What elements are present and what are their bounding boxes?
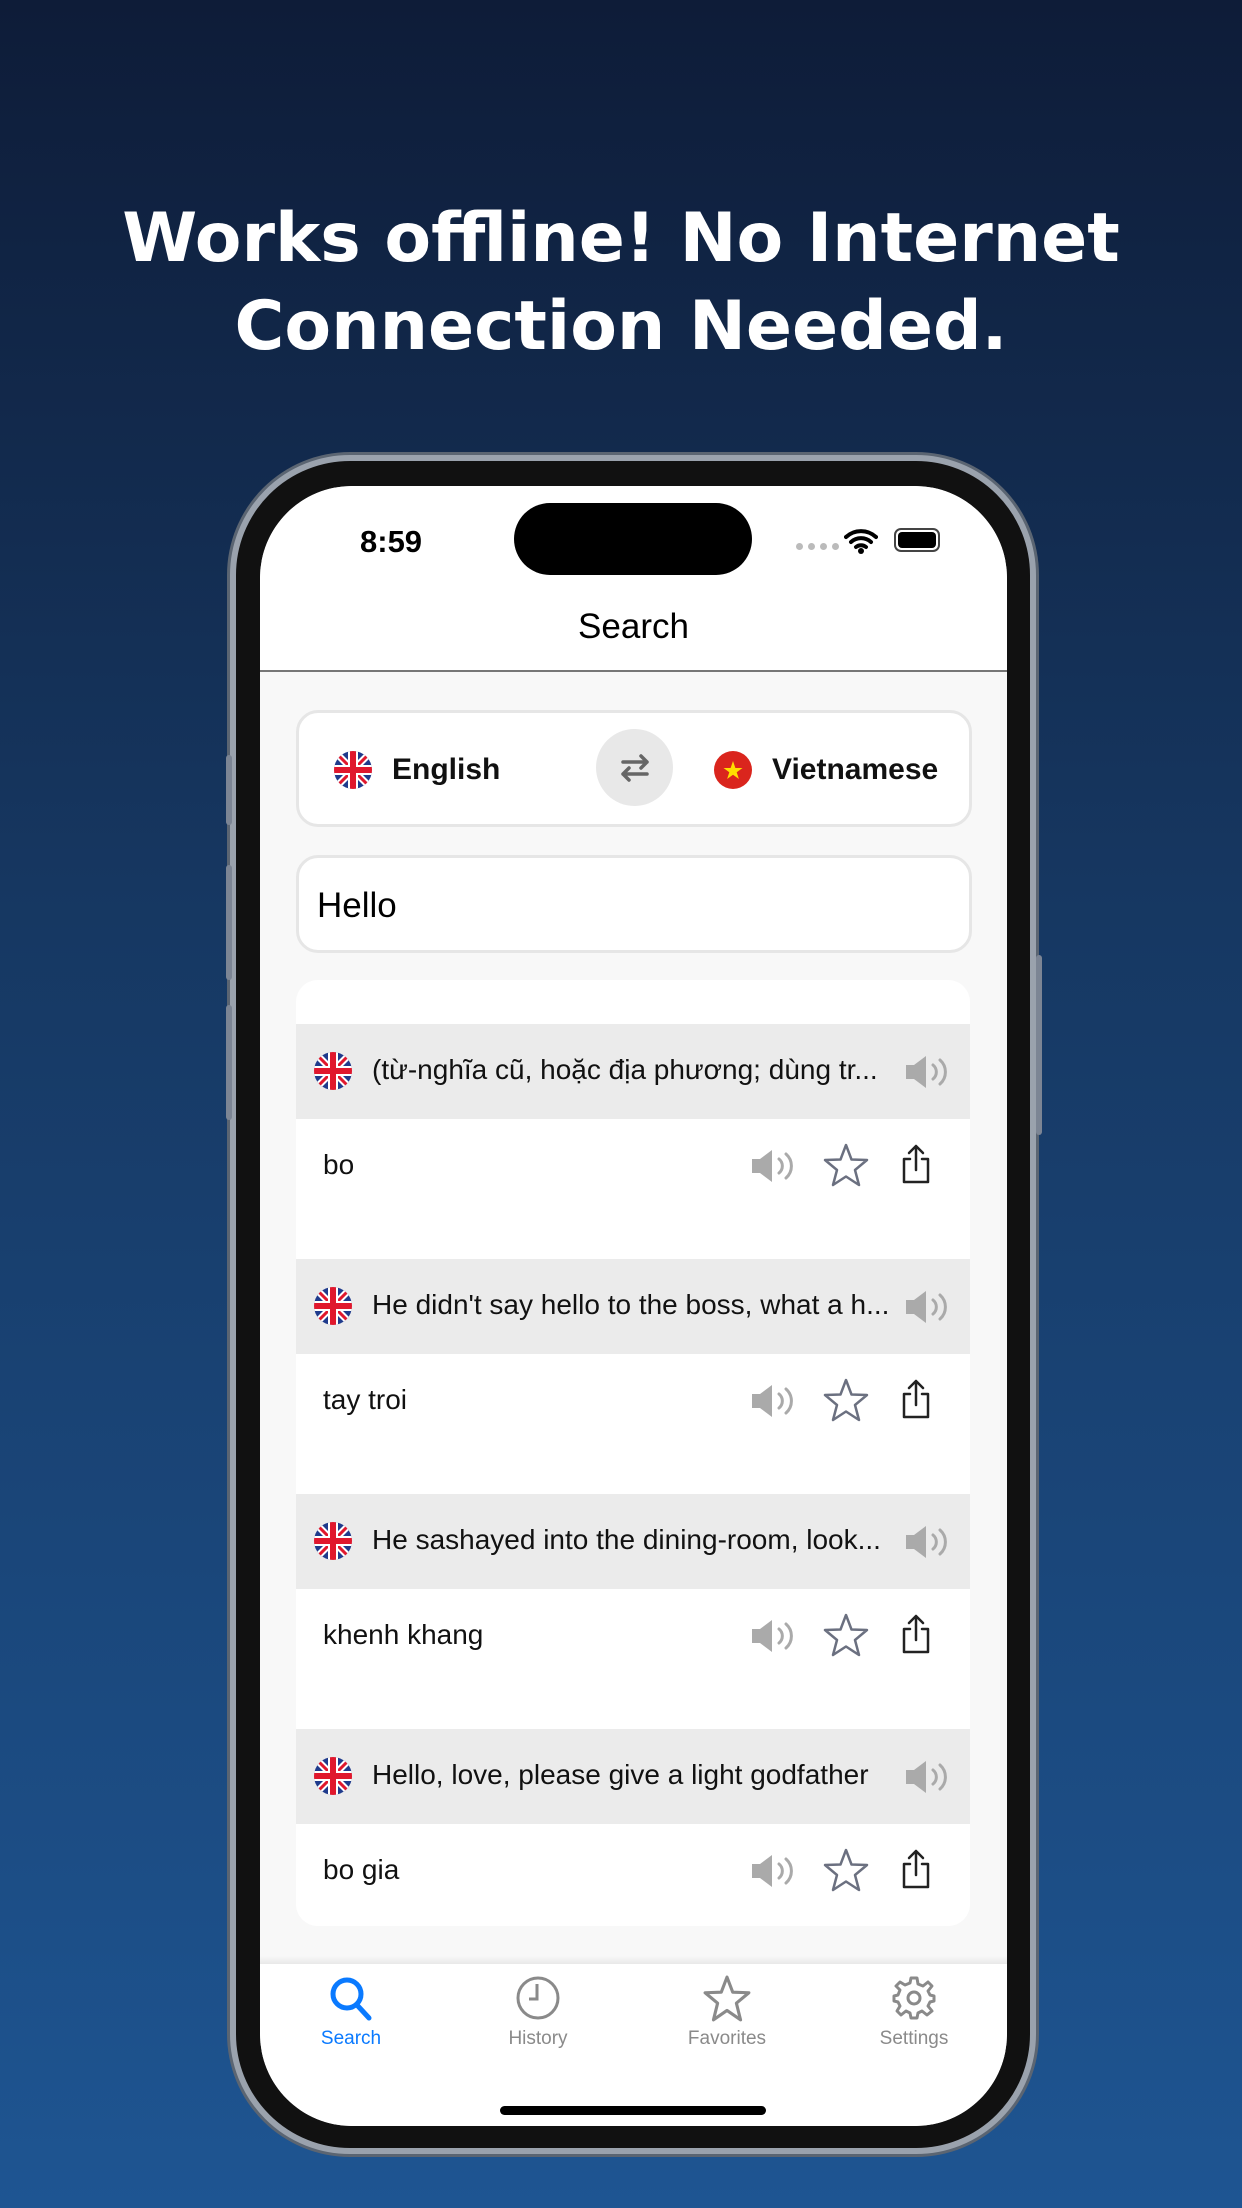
speaker-icon[interactable]: [902, 1052, 950, 1097]
swap-arrows-icon: [620, 753, 649, 782]
source-language-button[interactable]: English: [334, 751, 500, 789]
headline-line-2: Connection Needed.: [234, 287, 1008, 366]
share-icon[interactable]: [899, 1378, 933, 1425]
swap-languages-button[interactable]: [596, 729, 673, 806]
tab-label: Settings: [879, 2028, 949, 2049]
target-language-label: Vietnamese: [772, 753, 939, 786]
target-language-button[interactable]: Vietnamese: [714, 751, 938, 789]
uk-flag-icon: [311, 1049, 355, 1095]
source-language-label: English: [392, 753, 501, 786]
result-source-row[interactable]: Hello, love, please give a light godfath…: [296, 1729, 970, 1824]
mute-button: [226, 755, 232, 825]
result-source-row[interactable]: (từ-nghĩa cũ, hoặc địa phương; dùng tr..…: [296, 1024, 970, 1119]
result-translation-row[interactable]: bo gia: [296, 1824, 970, 1926]
tab-settings[interactable]: Settings: [839, 1964, 989, 2050]
dynamic-island: [514, 503, 752, 575]
result-translation-text: bo gia: [323, 1854, 400, 1885]
tab-history[interactable]: History: [463, 1964, 613, 2050]
language-selector: English Vietnamese: [296, 710, 972, 827]
wifi-icon: [844, 529, 878, 554]
share-icon[interactable]: [899, 1143, 933, 1190]
share-icon[interactable]: [899, 1613, 933, 1660]
favorite-star-icon[interactable]: [822, 1612, 870, 1663]
speaker-icon[interactable]: [902, 1522, 950, 1567]
speaker-icon[interactable]: [748, 1616, 796, 1661]
tab-label: Favorites: [687, 2028, 767, 2049]
speaker-icon[interactable]: [748, 1381, 796, 1426]
result-translation-row[interactable]: tay troi: [296, 1354, 970, 1492]
tab-favorites[interactable]: Favorites: [652, 1964, 802, 2050]
tab-label: Search: [320, 2028, 382, 2049]
result-source-text: He sashayed into the dining-room, look..…: [372, 1524, 881, 1555]
results-list: (từ-nghĩa cũ, hoặc địa phương; dùng tr..…: [296, 980, 970, 1926]
headline: Works offline! No Internet Connection Ne…: [0, 195, 1242, 371]
result-source-text: (từ-nghĩa cũ, hoặc địa phương; dùng tr..…: [372, 1054, 878, 1085]
result-translation-text: khenh khang: [323, 1619, 484, 1650]
home-indicator: [500, 2106, 766, 2115]
favorite-star-icon[interactable]: [822, 1377, 870, 1428]
uk-flag-icon: [311, 1284, 355, 1330]
uk-flag-icon: [334, 751, 372, 789]
uk-flag-icon: [311, 1754, 355, 1800]
speaker-icon[interactable]: [902, 1757, 950, 1802]
search-input-value: Hello: [317, 886, 397, 925]
speaker-icon[interactable]: [748, 1146, 796, 1191]
search-input[interactable]: Hello: [296, 855, 972, 953]
app-screen: 8:59 Search English Vietnamese Hello (từ…: [260, 486, 1007, 2126]
signal-dots-icon: [796, 543, 839, 550]
volume-down-button: [226, 1005, 232, 1120]
volume-up-button: [226, 865, 232, 980]
page-title: Search: [578, 607, 689, 646]
tab-search[interactable]: Search: [276, 1964, 426, 2050]
clock-icon: [463, 1964, 613, 2022]
speaker-icon[interactable]: [902, 1287, 950, 1332]
gear-icon: [839, 1964, 989, 2022]
star-icon: [652, 1964, 802, 2022]
power-button: [1036, 955, 1042, 1135]
headline-line-1: Works offline! No Internet: [122, 199, 1120, 278]
search-icon: [276, 1964, 426, 2022]
result-translation-row[interactable]: bo: [296, 1119, 970, 1257]
speaker-icon[interactable]: [748, 1851, 796, 1896]
battery-icon: [894, 528, 940, 552]
result-translation-text: bo: [323, 1149, 355, 1180]
result-translation-row[interactable]: khenh khang: [296, 1589, 970, 1727]
result-translation-text: tay troi: [323, 1384, 408, 1415]
uk-flag-icon: [311, 1519, 355, 1565]
status-time: 8:59: [360, 524, 423, 559]
tab-label: History: [508, 2028, 568, 2049]
share-icon[interactable]: [899, 1848, 933, 1895]
result-source-text: Hello, love, please give a light godfath…: [372, 1759, 869, 1790]
result-source-row[interactable]: He sashayed into the dining-room, look..…: [296, 1494, 970, 1589]
favorite-star-icon[interactable]: [822, 1142, 870, 1193]
result-source-row[interactable]: He didn't say hello to the boss, what a …: [296, 1259, 970, 1354]
result-source-text: He didn't say hello to the boss, what a …: [372, 1289, 890, 1320]
vietnam-flag-icon: [714, 751, 752, 789]
favorite-star-icon[interactable]: [822, 1847, 870, 1898]
